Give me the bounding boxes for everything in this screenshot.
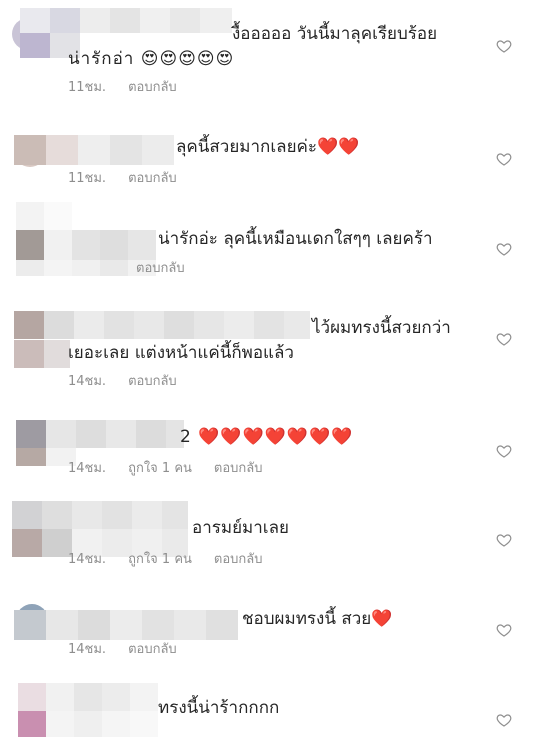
comment-meta: 14ชม. ตอบกลับ — [68, 642, 177, 658]
comment-time: 14ชม. — [68, 642, 107, 657]
comment-text: อารมย์มาเลย — [192, 518, 289, 538]
blurred-username — [12, 501, 188, 557]
comment-time: 11ชม. — [68, 171, 107, 186]
comment-text: ลุคนี้สวยมากเลยค่ะ❤️❤️ — [176, 137, 360, 157]
blurred-username — [14, 135, 174, 165]
heart-outline-icon[interactable] — [496, 38, 512, 54]
reply-button[interactable]: ตอบกลับ — [214, 552, 263, 568]
blurred-username — [14, 610, 238, 640]
heart-outline-icon[interactable] — [496, 532, 512, 548]
reply-button[interactable]: ตอบกลับ — [128, 374, 177, 390]
heart-outline-icon[interactable] — [496, 443, 512, 459]
comment-time: 11ชม. — [68, 80, 107, 95]
blurred-username — [16, 420, 184, 466]
blurred-username — [18, 683, 158, 737]
heart-outline-icon[interactable] — [496, 241, 512, 257]
reply-button[interactable]: ตอบกลับ — [214, 461, 263, 477]
comment-meta: 14ชม. ถูกใจ 1 คน ตอบกลับ — [68, 552, 263, 568]
comment-text: ทรงนี้น่าร้ากกกก — [158, 698, 280, 718]
comment-time: 14ชม. — [68, 552, 107, 567]
comment-text: เยอะเลย แต่งหน้าแค่นี้ก็พอแล้ว — [68, 343, 294, 363]
heart-outline-icon[interactable] — [496, 151, 512, 167]
comment-text: 2 ❤️❤️❤️❤️❤️❤️❤️ — [180, 427, 354, 447]
comment-time: 14ชม. — [68, 374, 107, 389]
comment-meta: 11ชม. ตอบกลับ — [68, 80, 177, 96]
comment-meta: 14ชม. ตอบกลับ — [68, 374, 177, 390]
heart-outline-icon[interactable] — [496, 331, 512, 347]
blurred-username — [16, 202, 156, 276]
comment-text: น่ารักอ่า 😍😍😍😍😍 — [68, 49, 235, 69]
reply-button[interactable]: ตอบกลับ — [136, 261, 185, 277]
heart-outline-icon[interactable] — [496, 712, 512, 728]
heart-outline-icon[interactable] — [496, 622, 512, 638]
reply-button[interactable]: ตอบกลับ — [128, 80, 177, 96]
comment-meta: ตอบกลับ — [136, 261, 185, 277]
comment-time: 14ชม. — [68, 461, 107, 476]
comment-text: งื้อออออ วันนี้มาลุคเรียบร้อย — [232, 24, 438, 44]
comment-meta: 14ชม. ถูกใจ 1 คน ตอบกลับ — [68, 461, 263, 477]
reply-button[interactable]: ตอบกลับ — [128, 642, 177, 658]
comment-text: น่ารักอ่ะ ลุคนี้เหมือนเดกใสๆๆ เลยคร้า — [158, 229, 433, 249]
comment-meta: 11ชม. ตอบกลับ — [68, 171, 177, 187]
reply-button[interactable]: ตอบกลับ — [128, 171, 177, 187]
comment-text: ไว้ผมทรงนี้สวยกว่า — [312, 318, 451, 338]
comment-text: ชอบผมทรงนี้ สวย❤️ — [242, 609, 393, 629]
comment-likes[interactable]: ถูกใจ 1 คน — [128, 461, 192, 477]
comment-likes[interactable]: ถูกใจ 1 คน — [128, 552, 192, 568]
